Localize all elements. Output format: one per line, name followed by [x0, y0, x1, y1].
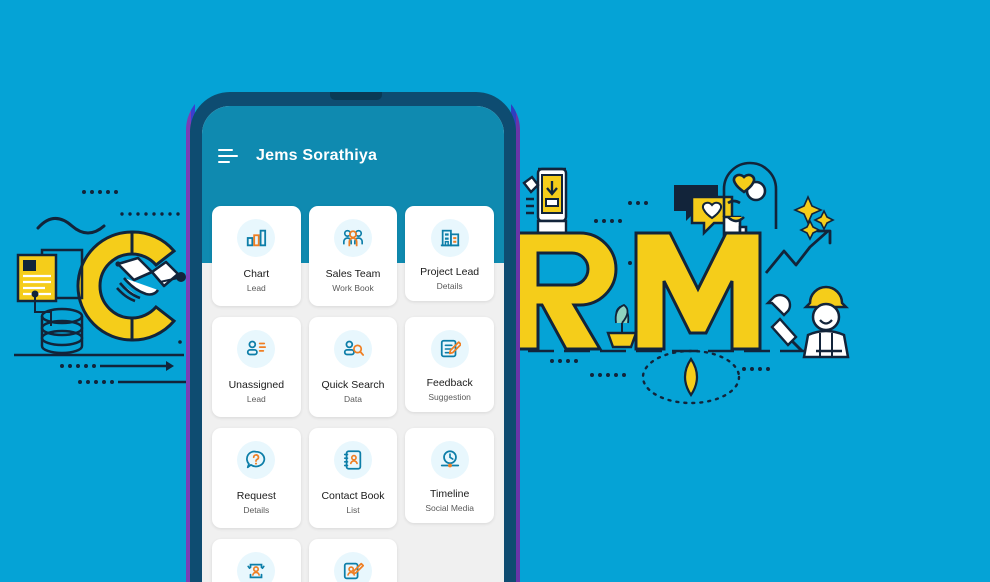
phone-screen: Jems Sorathiya Chart Lead Sales Team Work … [202, 106, 504, 582]
grid-card-timeline[interactable]: Timeline Social Media [405, 428, 494, 523]
dots-d [550, 359, 578, 363]
connector-line [34, 294, 52, 326]
grid-card-subtitle: Social Media [425, 503, 474, 514]
dots-b [594, 219, 622, 223]
person-search-icon [333, 330, 372, 368]
grid-card-item-10[interactable] [308, 539, 398, 582]
grid-card-feedback[interactable]: Feedback Suggestion [405, 317, 494, 412]
grid-card-subtitle: Details [436, 281, 463, 292]
document-connector-dot [31, 290, 39, 298]
dotted-ellipse [641, 349, 741, 405]
grid-card-title: Unassigned [228, 379, 285, 391]
grid-card-subtitle: Work Book [332, 283, 374, 294]
node-dot [176, 272, 186, 282]
handshake-icon [116, 256, 180, 303]
letter-r-shape [516, 231, 618, 351]
person-refresh-icon [237, 552, 276, 582]
grid-card-subtitle: Data [344, 394, 362, 405]
grid-card-title: Timeline [430, 488, 470, 500]
clock-timeline-icon [430, 441, 469, 479]
dotted-arrow-1 [60, 361, 174, 371]
people-group-icon [333, 219, 372, 257]
letter-c-top-arm [130, 230, 177, 268]
bar-chart-icon [237, 219, 276, 257]
buildings-icon [430, 219, 469, 257]
grid-card-project-lead[interactable]: Project Lead Details [405, 206, 494, 301]
app-bar-row: Jems Sorathiya [202, 138, 504, 174]
letter-m-shape [634, 231, 762, 351]
chat-bubble-dark [674, 185, 718, 221]
grid-card-title: Request [236, 490, 276, 502]
person-edit-icon [333, 552, 372, 582]
grid-card-title: Sales Team [325, 268, 381, 280]
letter-c-bottom-arm [130, 304, 177, 342]
dot-row-top [82, 190, 118, 194]
robot-head-icon [722, 161, 778, 243]
hand-icon [522, 175, 568, 245]
grid-card-item-9[interactable] [212, 539, 301, 582]
dots-c [628, 261, 656, 265]
background-art-letters-rm [516, 161, 850, 405]
dots-f [742, 367, 770, 371]
potted-plant-icon [606, 303, 638, 349]
grid-card-sales-team[interactable]: Sales Team Work Book [308, 206, 398, 306]
screenshot-stage: Jems Sorathiya Chart Lead Sales Team Work … [0, 0, 990, 582]
mobile-download-icon [536, 167, 568, 223]
grid-card-contact-book[interactable]: Contact Book List [308, 428, 398, 528]
squiggle-line [36, 217, 106, 235]
document-outline [40, 248, 84, 300]
dashboard-grid: Chart Lead Sales Team Work Book Project Le… [202, 198, 504, 582]
grid-card-title: Quick Search [321, 379, 385, 391]
grid-card-quick-search[interactable]: Quick Search Data [308, 317, 398, 417]
document-pencil-icon [430, 330, 469, 368]
dot-row-top2 [120, 212, 180, 216]
hamburger-menu-icon[interactable] [218, 149, 238, 163]
database-icon [40, 307, 84, 355]
dots-a [628, 201, 648, 205]
grid-card-title: Chart [243, 268, 270, 280]
grid-card-subtitle: Lead [246, 283, 266, 294]
grid-card-chart[interactable]: Chart Lead [212, 206, 301, 306]
grid-card-unassigned[interactable]: Unassigned Lead [212, 317, 301, 417]
chat-bubble-yellow [690, 195, 734, 237]
grid-card-subtitle: Details [243, 505, 270, 516]
contact-book-icon [333, 441, 372, 479]
worker-icon [765, 285, 850, 359]
handshake-node [115, 261, 121, 267]
stray-dot [178, 340, 182, 344]
document-image-block [23, 260, 36, 271]
letter-c-shape [76, 230, 134, 342]
person-list-icon [237, 330, 276, 368]
dots-e [590, 373, 626, 377]
growth-arrow-icon [764, 229, 832, 274]
grid-card-subtitle: Suggestion [428, 392, 471, 403]
app-bar-title: Jems Sorathiya [256, 147, 378, 164]
document-text-lines [23, 274, 51, 296]
grid-card-subtitle: List [346, 505, 360, 516]
sparkles-icon [793, 195, 835, 241]
question-bubble-icon [237, 441, 276, 479]
phone-notch [330, 92, 382, 100]
grid-card-subtitle: Lead [246, 394, 266, 405]
grid-card-title: Feedback [426, 377, 473, 389]
grid-card-request[interactable]: Request Details [212, 428, 301, 528]
document-page [16, 253, 58, 303]
node-connector [159, 277, 179, 283]
dotted-arrow-2 [78, 380, 188, 384]
grid-card-title: Contact Book [321, 490, 385, 502]
grid-card-title: Project Lead [420, 266, 480, 278]
